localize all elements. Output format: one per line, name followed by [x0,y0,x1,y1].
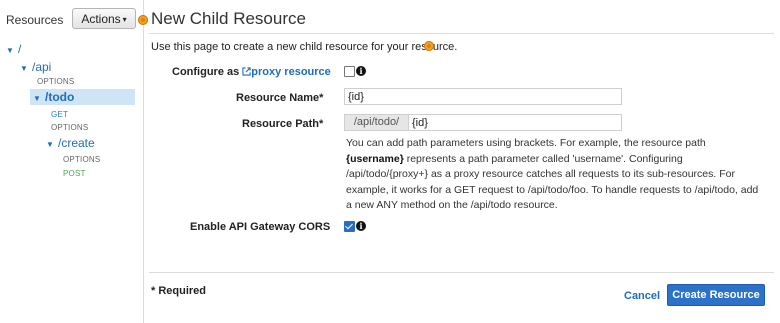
resource-path-prefix: /api/todo/ [344,114,409,131]
create-resource-button[interactable]: Create Resource [667,284,765,306]
proxy-resource-link[interactable]: proxy resource [242,66,331,78]
tree-item-label: /todo [45,90,75,104]
tree-item-todo[interactable]: ▼ /todo [30,89,135,105]
resource-path-input[interactable] [408,114,622,131]
resources-title: Resources [6,13,64,27]
resource-path-label: Resource Path* [242,118,324,130]
tree-item-api[interactable]: ▼ /api [20,60,51,74]
divider [149,272,774,273]
help-text-part: represents a path parameter called 'user… [346,152,759,212]
resources-panel: Resources Actions ▾ ▼ / ▼/api OPTIONS ▼/to… [0,0,148,323]
help-text-part: You can add path parameters using bracke… [346,137,706,149]
proxy-resource-link-text: proxy resource [251,66,331,78]
info-icon[interactable]: i [356,66,366,76]
expand-triangle-icon: ▼ [20,64,28,73]
resource-name-label: Resource Name* [236,92,324,104]
configure-proxy-label: Configure as proxy resource [172,66,331,78]
resource-name-input[interactable] [344,88,622,105]
method-todo-options[interactable]: OPTIONS [51,123,88,132]
configure-proxy-prefix: Configure as [172,66,240,78]
actions-button[interactable]: Actions ▾ [72,8,136,29]
tree-item-label: / [18,42,22,56]
tree-item-label: /api [32,60,52,74]
method-todo-get[interactable]: GET [51,110,68,119]
help-text-bold: {username} [346,152,404,165]
tree-item-create[interactable]: ▼ /create [46,136,95,150]
orange-dot-marker-icon [424,41,434,51]
tree-item-label: /create [58,136,95,150]
method-create-post[interactable]: POST [63,169,86,178]
page-title: New Child Resource [151,9,306,28]
configure-proxy-checkbox[interactable] [344,66,355,77]
divider [149,33,774,34]
cors-label: Enable API Gateway CORS [190,221,331,233]
method-api-options[interactable]: OPTIONS [37,77,74,86]
new-child-resource-form: New Child Resource Use this page to crea… [144,0,780,323]
actions-label: Actions [81,12,121,26]
cancel-button[interactable]: Cancel [624,290,660,302]
info-icon[interactable]: i [356,221,366,231]
caret-down-icon: ▾ [122,15,127,24]
external-link-icon [242,67,251,76]
resource-path-help: You can add path parameters using bracke… [346,136,766,214]
expand-triangle-icon: ▼ [33,94,41,103]
required-note: * Required [151,285,207,297]
intro-label: Use this page to create a new child reso… [151,41,458,53]
expand-triangle-icon: ▼ [46,140,54,149]
cors-checkbox[interactable] [344,221,355,232]
method-create-options[interactable]: OPTIONS [63,155,100,164]
tree-item-root[interactable]: ▼ / [6,42,21,56]
intro-text: Use this page to create a new child reso… [151,41,457,53]
expand-triangle-icon: ▼ [6,46,14,55]
